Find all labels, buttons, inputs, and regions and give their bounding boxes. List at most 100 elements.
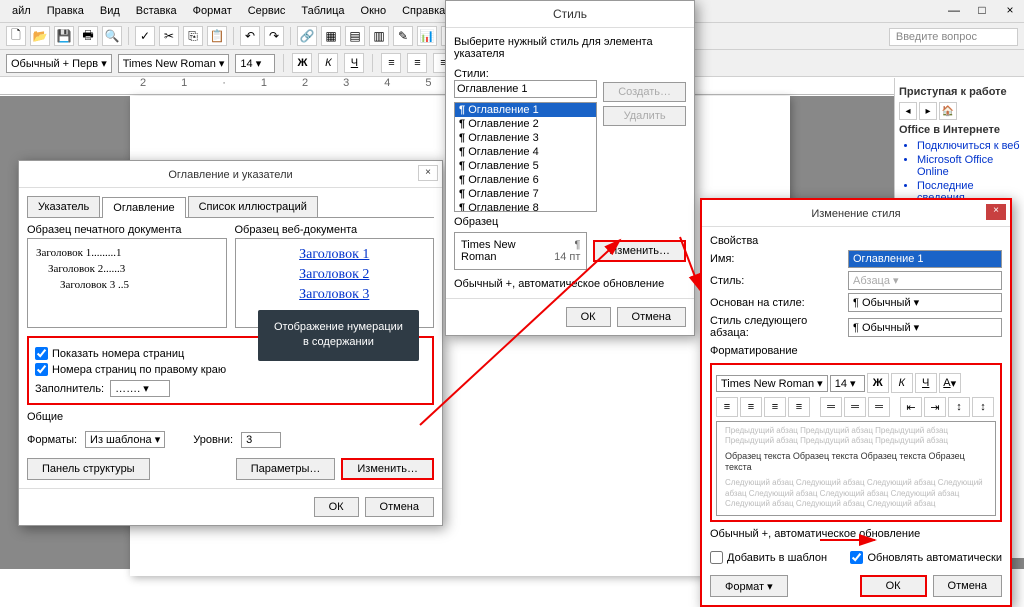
drawing-icon[interactable]: ✎ <box>393 26 413 46</box>
chk-add-template[interactable] <box>710 551 723 564</box>
delete-button[interactable]: Удалить <box>603 106 686 126</box>
menu-file[interactable]: айл <box>6 3 37 19</box>
fmt-font-select[interactable]: Times New Roman ▾ <box>716 375 828 392</box>
formats-select[interactable]: Из шаблона ▾ <box>85 431 165 448</box>
fmt-size-select[interactable]: 14 ▾ <box>830 375 865 392</box>
font-color-button[interactable]: A▾ <box>939 373 961 393</box>
tp-link[interactable]: Подключиться к веб <box>917 140 1020 152</box>
tab-toc[interactable]: Оглавление <box>102 197 185 218</box>
modify-button[interactable]: Изменить… <box>341 458 434 480</box>
line-spacing-1-button[interactable]: ═ <box>820 397 842 417</box>
save-icon[interactable]: 💾 <box>54 26 74 46</box>
align-justify-button[interactable]: ≡ <box>788 397 810 417</box>
align-center-button[interactable]: ≡ <box>740 397 762 417</box>
chk-right-align[interactable] <box>35 363 48 376</box>
chk-auto-update[interactable] <box>850 551 863 564</box>
size-selector[interactable]: 14 ▾ <box>235 54 275 73</box>
preview-icon[interactable]: 🔍 <box>102 26 122 46</box>
modify-style-dialog: Изменение стиля × Свойства Имя: Стиль:Аб… <box>700 198 1012 607</box>
print-icon[interactable]: 🖶 <box>78 26 98 46</box>
formatting-section: Times New Roman ▾ 14 ▾ Ж К Ч A▾ ≡ ≡ ≡ ≡ … <box>710 363 1002 522</box>
tab-illustrations[interactable]: Список иллюстраций <box>188 196 318 217</box>
ok-button[interactable]: ОК <box>566 307 611 327</box>
bold-button[interactable]: Ж <box>292 53 312 73</box>
align-right-button[interactable]: ≡ <box>764 397 786 417</box>
structure-panel-button[interactable]: Панель структуры <box>27 458 150 480</box>
new-icon[interactable]: 🗋 <box>6 26 26 46</box>
menu-format[interactable]: Формат <box>187 3 238 19</box>
close-button[interactable]: × <box>996 0 1024 20</box>
create-button[interactable]: Создать… <box>603 82 686 102</box>
underline-button[interactable]: Ч <box>344 53 364 73</box>
indent-dec-button[interactable]: ⇤ <box>900 397 922 417</box>
params-button[interactable]: Параметры… <box>236 458 336 480</box>
close-icon[interactable]: × <box>418 165 438 181</box>
space-after-button[interactable]: ↕ <box>972 397 994 417</box>
style-dialog-title: Стиль <box>446 1 694 28</box>
cancel-button[interactable]: Отмена <box>365 497 434 517</box>
style-list[interactable]: Оглавление 1 Оглавление 2 Оглавление 3 О… <box>454 102 597 212</box>
style-type-select[interactable]: Абзаца ▾ <box>848 271 1002 290</box>
tp-back-icon[interactable]: ◂ <box>899 102 917 120</box>
style-dialog: Стиль Выберите нужный стиль для элемента… <box>445 0 695 336</box>
general-label: Общие <box>27 411 434 423</box>
chart-icon[interactable]: 📊 <box>417 26 437 46</box>
space-before-button[interactable]: ↕ <box>948 397 970 417</box>
redo-icon[interactable]: ↷ <box>264 26 284 46</box>
spell-icon[interactable]: ✓ <box>135 26 155 46</box>
align-left-button[interactable]: ≡ <box>716 397 738 417</box>
font-selector[interactable]: Times New Roman ▾ <box>118 54 230 73</box>
menu-table[interactable]: Таблица <box>295 3 350 19</box>
undo-icon[interactable]: ↶ <box>240 26 260 46</box>
line-spacing-2-button[interactable]: ═ <box>868 397 890 417</box>
menu-help[interactable]: Справка <box>396 3 451 19</box>
cancel-button[interactable]: Отмена <box>933 575 1002 597</box>
next-style-select[interactable]: ¶ Обычный ▾ <box>848 318 1002 337</box>
ok-button[interactable]: ОК <box>860 575 927 597</box>
table-icon[interactable]: ▦ <box>321 26 341 46</box>
cancel-button[interactable]: Отмена <box>617 307 686 327</box>
style-selector[interactable]: Обычный + Перв ▾ <box>6 54 112 73</box>
indent-inc-button[interactable]: ⇥ <box>924 397 946 417</box>
menu-tools[interactable]: Сервис <box>242 3 292 19</box>
help-search-input[interactable]: Введите вопрос <box>889 28 1018 46</box>
leader-select[interactable]: ……. ▾ <box>110 380 170 397</box>
open-icon[interactable]: 📂 <box>30 26 50 46</box>
tp-link[interactable]: Microsoft Office Online <box>917 154 1020 178</box>
paste-icon[interactable]: 📋 <box>207 26 227 46</box>
tab-index[interactable]: Указатель <box>27 196 100 217</box>
line-spacing-15-button[interactable]: ═ <box>844 397 866 417</box>
underline-button[interactable]: Ч <box>915 373 937 393</box>
format-menu-button[interactable]: Формат ▾ <box>710 575 788 597</box>
name-field[interactable] <box>848 250 1002 268</box>
close-icon[interactable]: × <box>986 204 1006 220</box>
cut-icon[interactable]: ✂ <box>159 26 179 46</box>
style-name-input[interactable] <box>454 80 597 98</box>
menu-insert[interactable]: Вставка <box>130 3 183 19</box>
maximize-button[interactable]: □ <box>968 0 996 20</box>
minimize-button[interactable]: — <box>940 0 968 20</box>
style-sample: Times New Roman ¶14 пт <box>454 232 587 270</box>
levels-spinner[interactable]: 3 <box>241 432 281 448</box>
menu-window[interactable]: Окно <box>355 3 393 19</box>
menu-edit[interactable]: Правка <box>41 3 90 19</box>
ok-button[interactable]: ОК <box>314 497 359 517</box>
italic-button[interactable]: К <box>891 373 913 393</box>
menu-view[interactable]: Вид <box>94 3 126 19</box>
columns-icon[interactable]: ▥ <box>369 26 389 46</box>
align-center-button[interactable]: ≡ <box>407 53 427 73</box>
based-on-select[interactable]: ¶ Обычный ▾ <box>848 293 1002 312</box>
italic-button[interactable]: К <box>318 53 338 73</box>
style-desc: Обычный +, автоматическое обновление <box>454 278 686 290</box>
align-left-button[interactable]: ≡ <box>381 53 401 73</box>
tp-home-icon[interactable]: 🏠 <box>939 102 957 120</box>
chk-show-pages[interactable] <box>35 347 48 360</box>
link-icon[interactable]: 🔗 <box>297 26 317 46</box>
bold-button[interactable]: Ж <box>867 373 889 393</box>
modify-style-button[interactable]: Изменить… <box>593 240 686 262</box>
excel-icon[interactable]: ▤ <box>345 26 365 46</box>
copy-icon[interactable]: ⎘ <box>183 26 203 46</box>
tp-fwd-icon[interactable]: ▸ <box>919 102 937 120</box>
task-pane-title: Приступая к работе <box>899 86 1020 98</box>
modify-desc: Обычный +, автоматическое обновление <box>710 528 1002 540</box>
